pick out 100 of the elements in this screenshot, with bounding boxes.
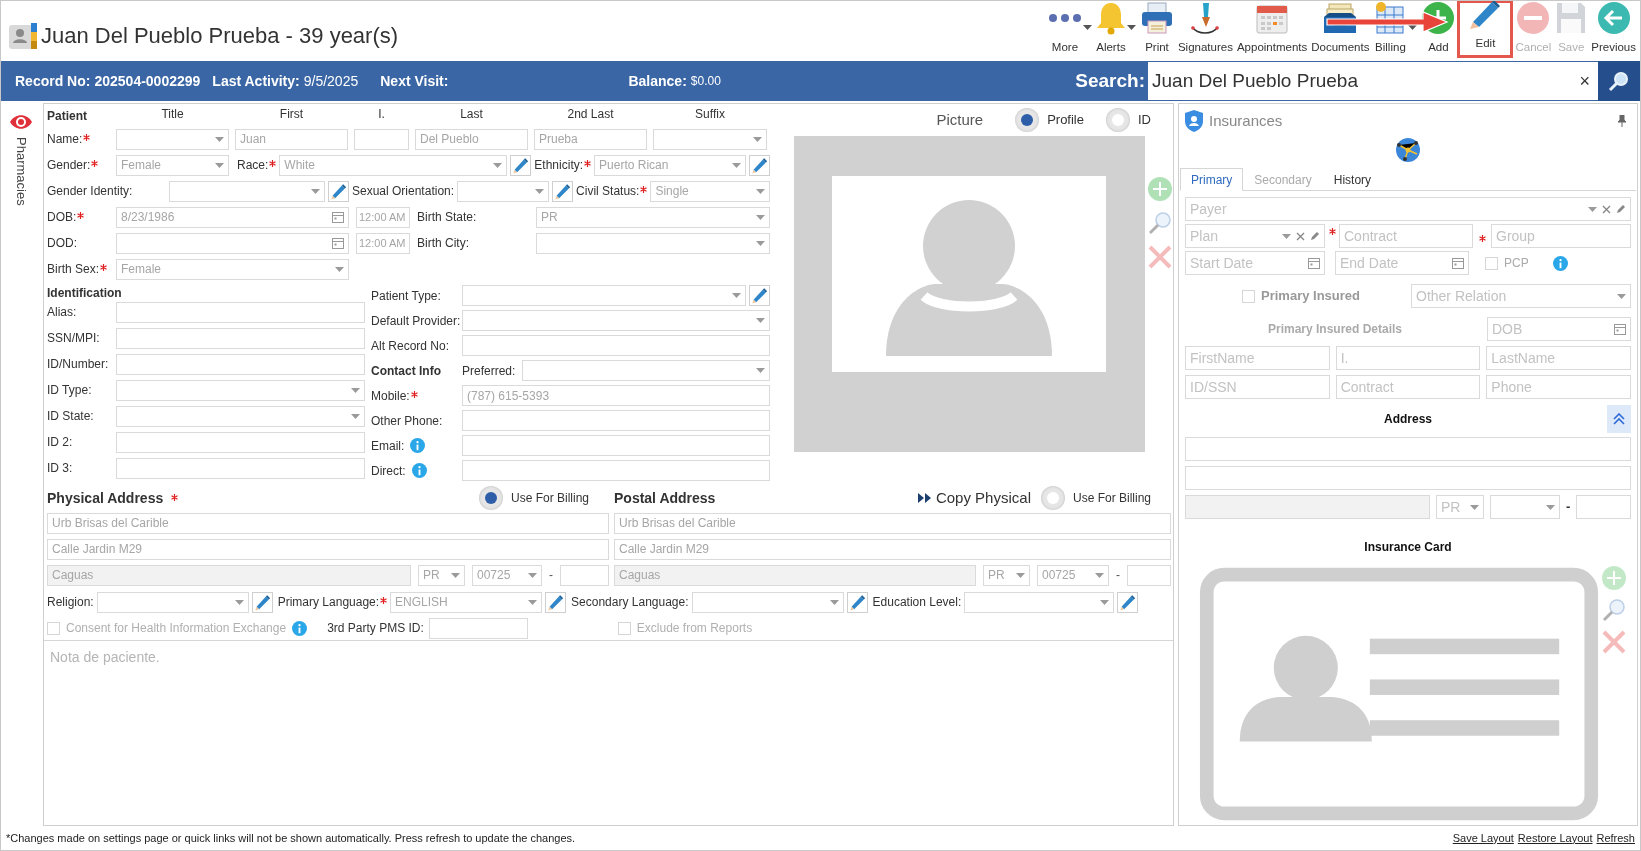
toolbar-button[interactable]: Previous	[1589, 1, 1638, 59]
dropdown-field[interactable]	[964, 591, 1115, 613]
dropdown-field[interactable]	[116, 128, 229, 150]
dropdown-field[interactable]	[457, 180, 550, 202]
radio-button[interactable]	[1015, 108, 1040, 132]
radio-button[interactable]	[1106, 108, 1130, 132]
text-field[interactable]	[116, 301, 365, 323]
dropdown-field[interactable]: Female	[116, 154, 229, 176]
text-field[interactable]	[116, 457, 365, 479]
edit-button[interactable]	[1117, 591, 1139, 613]
dropdown-field[interactable]	[1490, 495, 1560, 519]
text-field[interactable]: Urb Brisas del Carible	[47, 512, 609, 534]
text-field[interactable]	[1185, 466, 1631, 490]
date-field[interactable]: Start Date	[1185, 251, 1325, 275]
dropdown-field[interactable]: PR	[983, 564, 1030, 586]
text-field[interactable]: Del Pueblo	[415, 128, 528, 150]
search-button[interactable]	[1598, 61, 1640, 101]
toolbar-button[interactable]: Signatures	[1175, 1, 1235, 59]
date-field[interactable]: DOB	[1487, 317, 1631, 341]
text-field[interactable]	[462, 335, 770, 356]
text-field[interactable]	[1127, 564, 1171, 586]
dropdown-field[interactable]: 00725	[472, 564, 542, 586]
text-field[interactable]: Contract	[1335, 375, 1481, 399]
text-field[interactable]: Caguas	[47, 564, 411, 586]
date-field[interactable]: 8/23/1986	[116, 206, 349, 228]
text-field[interactable]	[1185, 495, 1430, 519]
edit-button[interactable]	[545, 591, 567, 613]
footer-link[interactable]: Save Layout	[1452, 829, 1514, 847]
checkbox[interactable]	[1242, 289, 1255, 303]
dropdown-field[interactable]: Puerto Rican	[594, 154, 746, 176]
text-field[interactable]	[560, 564, 609, 586]
dropdown-field[interactable]	[462, 310, 770, 331]
text-field[interactable]	[428, 617, 528, 639]
tab[interactable]: Secondary	[1243, 168, 1323, 191]
toolbar-button[interactable]: More	[1045, 1, 1094, 59]
copy-physical-button[interactable]: Copy Physical	[917, 486, 1031, 510]
text-field[interactable]: FirstName	[1185, 346, 1330, 370]
dropdown-field[interactable]	[96, 591, 249, 613]
text-field[interactable]	[462, 435, 770, 456]
text-field[interactable]: Urb Brisas del Carible	[614, 512, 1171, 534]
text-field[interactable]: I.	[1335, 346, 1481, 370]
text-field[interactable]: Phone	[1486, 375, 1631, 399]
edit-button[interactable]	[552, 180, 574, 202]
dropdown-field[interactable]	[169, 180, 325, 202]
date-field[interactable]	[116, 232, 349, 254]
text-field[interactable]: LastName	[1486, 346, 1631, 370]
dropdown-field[interactable]	[653, 128, 767, 150]
edit-button[interactable]	[251, 591, 273, 613]
footer-link[interactable]: Restore Layout	[1517, 829, 1593, 847]
text-field[interactable]: Calle Jardin M29	[47, 538, 609, 560]
edit-button[interactable]	[328, 180, 349, 202]
checkbox[interactable]	[1485, 256, 1498, 270]
dropdown-field[interactable]	[522, 360, 770, 381]
collapse-button[interactable]	[1607, 405, 1631, 433]
text-field[interactable]	[462, 460, 770, 481]
text-field[interactable]	[354, 128, 409, 150]
text-field[interactable]	[462, 410, 770, 431]
text-field[interactable]	[116, 327, 365, 349]
text-field[interactable]	[1185, 437, 1631, 461]
globe-icon[interactable]	[1395, 137, 1421, 163]
dropdown-field[interactable]: PR	[418, 564, 465, 586]
text-field[interactable]: Caguas	[614, 564, 976, 586]
edit-button[interactable]	[749, 154, 770, 176]
dropdown-field[interactable]: Other Relation	[1411, 284, 1631, 308]
text-field[interactable]	[116, 353, 365, 375]
text-field[interactable]: ID/SSN	[1185, 375, 1330, 399]
footer-link[interactable]: Refresh	[1596, 829, 1635, 847]
text-field[interactable]: Contract	[1339, 224, 1473, 248]
edit-button[interactable]	[749, 285, 770, 306]
dropdown-field[interactable]: White	[279, 154, 508, 176]
text-field[interactable]: (787) 615-5393	[462, 385, 770, 406]
radio-button[interactable]	[1040, 486, 1065, 510]
dropdown-field[interactable]: Single	[650, 180, 770, 202]
date-field[interactable]: End Date	[1335, 251, 1469, 275]
radio-button[interactable]	[478, 486, 503, 510]
dropdown-field[interactable]: 00725	[1037, 564, 1109, 586]
dropdown-field[interactable]: PR	[536, 206, 770, 228]
text-field[interactable]: Juan	[235, 128, 348, 150]
side-tab[interactable]: Pharmacies	[3, 103, 39, 826]
dropdown-field[interactable]: ENGLISH	[390, 591, 543, 613]
text-field[interactable]: Prueba	[534, 128, 647, 150]
dropdown-field[interactable]	[691, 591, 844, 613]
dropdown-field[interactable]	[536, 232, 770, 254]
dropdown-field[interactable]: Payer	[1185, 197, 1631, 221]
toolbar-button[interactable]: Appointments	[1234, 1, 1310, 59]
tab[interactable]: Primary	[1180, 168, 1244, 191]
toolbar-button[interactable]: Print	[1137, 1, 1176, 59]
pin-icon[interactable]	[1617, 115, 1627, 127]
dropdown-field[interactable]: Plan	[1185, 224, 1325, 248]
text-field[interactable]: Calle Jardin M29	[614, 538, 1171, 560]
text-field[interactable]: Group	[1491, 224, 1631, 248]
checkbox[interactable]	[47, 621, 60, 635]
toolbar-button[interactable]: Alerts	[1093, 1, 1138, 59]
time-field[interactable]: 12:00 AM	[356, 232, 410, 254]
dropdown-field[interactable]: PR	[1436, 495, 1484, 519]
clear-button[interactable]: ×	[1571, 67, 1598, 95]
text-field[interactable]	[1576, 495, 1631, 519]
dropdown-field[interactable]	[462, 285, 746, 306]
time-field[interactable]: 12:00 AM	[356, 206, 410, 228]
tab[interactable]: History	[1322, 168, 1383, 191]
